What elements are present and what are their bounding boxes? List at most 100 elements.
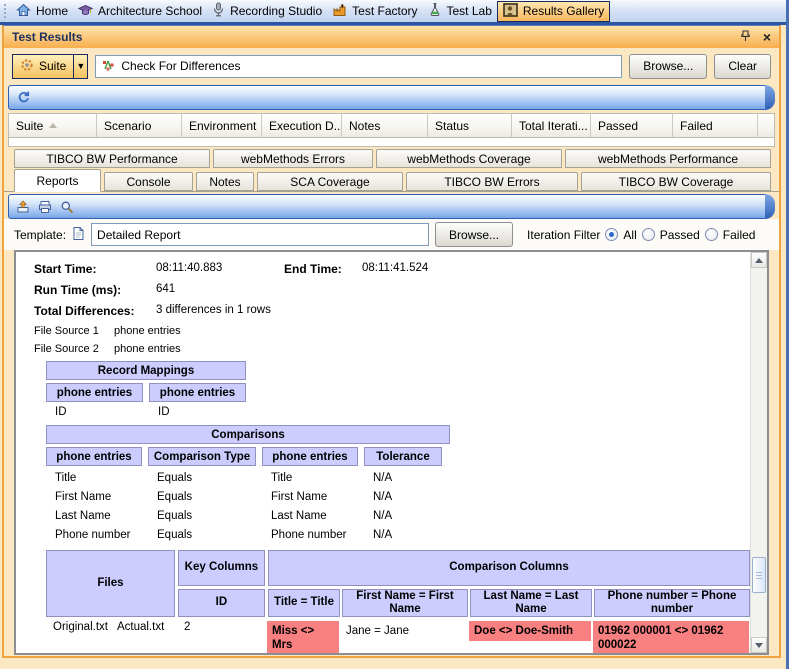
suite-button-label: Suite — [39, 59, 67, 73]
microphone-icon — [212, 2, 225, 20]
tab-webmethods-coverage[interactable]: webMethods Coverage — [376, 149, 562, 168]
key-columns-header-cell: Key Columns — [177, 550, 266, 586]
main-toolbar: Home Architecture School Recording Studi… — [0, 0, 789, 25]
nav-recording-studio[interactable]: Recording Studio — [207, 1, 327, 22]
app-window: Home Architecture School Recording Studi… — [0, 0, 789, 669]
report-viewport: Start Time: 08:11:40.883 End Time: 08:11… — [14, 250, 769, 655]
panel-title: Test Results — [12, 30, 83, 44]
search-icon[interactable] — [60, 200, 74, 214]
nav-results-gallery[interactable]: Results Gallery — [496, 0, 611, 22]
nav-architecture-school[interactable]: Architecture School — [73, 1, 207, 22]
diff-cell-phone: 01962 000001 <> 01962 000022 — [593, 621, 749, 653]
browse-suite-button[interactable]: Browse... — [629, 53, 708, 79]
filter-row: Suite ▼ Check For Differences Browse... … — [4, 48, 779, 84]
comparison-row: Title Equals Title N/A — [55, 471, 393, 484]
comparison-header-last-name: Last Name = Last Name — [470, 589, 592, 617]
scrollbar-thumb[interactable] — [752, 557, 766, 593]
nav-architecture-school-label: Architecture School — [98, 4, 203, 18]
tab-webmethods-errors[interactable]: webMethods Errors — [213, 149, 373, 168]
radio-failed-label: Failed — [722, 227, 756, 242]
file-name-actual: Actual.txt — [116, 621, 165, 633]
comparisons-title: Comparisons — [46, 425, 450, 444]
tab-row-upper: TIBCO BW Performance webMethods Errors w… — [4, 147, 779, 168]
file-name-original: Original.txt — [53, 621, 108, 633]
vertical-scrollbar[interactable] — [750, 252, 767, 653]
scroll-up-button[interactable] — [751, 252, 767, 268]
nav-test-factory-label: Test Factory — [352, 4, 418, 18]
row-id-value: 2 — [184, 621, 191, 633]
template-field[interactable]: Detailed Report — [91, 223, 430, 246]
file-source-1-value: phone entries — [114, 325, 181, 337]
file-source-2-label: File Source 2 — [34, 343, 99, 355]
files-table-row: Original.txt Actual.txt 2 Miss <> Mrs Ja… — [46, 621, 750, 653]
comparison-header-first-name: First Name = First Name — [342, 589, 468, 617]
close-icon[interactable]: × — [763, 30, 771, 44]
comparison-header-title: Title = Title — [268, 589, 340, 617]
record-mappings-title: Record Mappings — [46, 361, 246, 380]
test-results-panel: Test Results × Suite ▼ Check For Differe… — [2, 25, 781, 658]
tab-row-lower: Reports Console Notes SCA Coverage TIBCO… — [4, 168, 779, 192]
tab-notes[interactable]: Notes — [196, 172, 254, 191]
radio-all[interactable] — [605, 228, 619, 241]
diff-cell-title: Miss <> Mrs — [267, 621, 339, 653]
file-source-2-value: phone entries — [114, 343, 181, 355]
column-header-environment[interactable]: Environment — [182, 114, 262, 137]
start-time-label: Start Time: — [34, 262, 97, 276]
toolbar-grip[interactable] — [3, 2, 8, 20]
column-header-suite[interactable]: Suite — [9, 114, 97, 137]
column-header-filler — [758, 114, 774, 137]
tab-webmethods-performance[interactable]: webMethods Performance — [565, 149, 771, 168]
suite-dropdown-arrow[interactable]: ▼ — [73, 54, 87, 78]
document-icon[interactable] — [72, 226, 85, 244]
flask-icon — [428, 2, 442, 20]
tab-tibco-bw-errors[interactable]: TIBCO BW Errors — [406, 172, 578, 191]
refresh-icon[interactable] — [16, 90, 31, 105]
export-icon[interactable] — [16, 199, 30, 214]
diff-suite-icon — [101, 58, 115, 75]
comparison-col-type: Comparison Type — [148, 447, 256, 466]
tab-reports[interactable]: Reports — [14, 169, 101, 192]
results-grid-body[interactable] — [8, 138, 775, 147]
column-header-failed[interactable]: Failed — [673, 114, 758, 137]
comparison-columns-header-cell: Comparison Columns — [268, 550, 750, 586]
nav-test-lab[interactable]: Test Lab — [423, 1, 497, 22]
results-grid-header: Suite Scenario Environment Execution D..… — [8, 113, 775, 138]
browse-template-button[interactable]: Browse... — [435, 222, 514, 247]
column-header-status[interactable]: Status — [428, 114, 512, 137]
diff-cell-last-name: Doe <> Doe-Smith — [469, 621, 591, 642]
tab-console[interactable]: Console — [104, 172, 193, 191]
picture-icon — [503, 2, 518, 20]
radio-failed[interactable] — [704, 228, 718, 241]
record-mapping-col-2: phone entries — [149, 383, 246, 402]
nav-recording-studio-label: Recording Studio — [230, 4, 323, 18]
tab-sca-coverage[interactable]: SCA Coverage — [257, 172, 403, 191]
clear-button[interactable]: Clear — [714, 53, 771, 79]
tab-tibco-bw-performance[interactable]: TIBCO BW Performance — [14, 149, 210, 168]
total-differences-value: 3 differences in 1 rows — [156, 304, 271, 316]
radio-all-label: All — [623, 227, 637, 242]
tab-tibco-bw-coverage[interactable]: TIBCO BW Coverage — [581, 172, 771, 191]
report-content: Start Time: 08:11:40.883 End Time: 08:11… — [16, 252, 750, 653]
nav-home[interactable]: Home — [11, 1, 73, 22]
column-header-total-iterations[interactable]: Total Iterati... — [512, 114, 591, 137]
print-icon[interactable] — [38, 200, 52, 214]
radio-passed[interactable] — [641, 228, 655, 241]
column-header-passed[interactable]: Passed — [591, 114, 673, 137]
template-value: Detailed Report — [97, 227, 181, 242]
suite-path-field[interactable]: Check For Differences — [95, 54, 623, 78]
pin-icon[interactable] — [740, 29, 751, 45]
iteration-filter-label: Iteration Filter — [527, 227, 601, 242]
nav-test-factory[interactable]: Test Factory — [327, 1, 422, 22]
column-header-notes[interactable]: Notes — [342, 114, 428, 137]
sort-indicator — [49, 123, 58, 128]
column-header-scenario[interactable]: Scenario — [97, 114, 182, 137]
scroll-down-button[interactable] — [751, 637, 767, 653]
column-header-execution-date[interactable]: Execution D... — [262, 114, 342, 137]
results-toolbar — [8, 85, 775, 110]
comparison-col-source1: phone entries — [46, 447, 142, 466]
suite-path-value: Check For Differences — [121, 59, 241, 73]
suite-button[interactable]: Suite ▼ — [12, 53, 89, 79]
template-label: Template: — [14, 227, 67, 242]
iteration-filter: Iteration Filter All Passed Failed — [527, 228, 755, 242]
comparison-row: Phone number Equals Phone number N/A — [55, 528, 393, 541]
